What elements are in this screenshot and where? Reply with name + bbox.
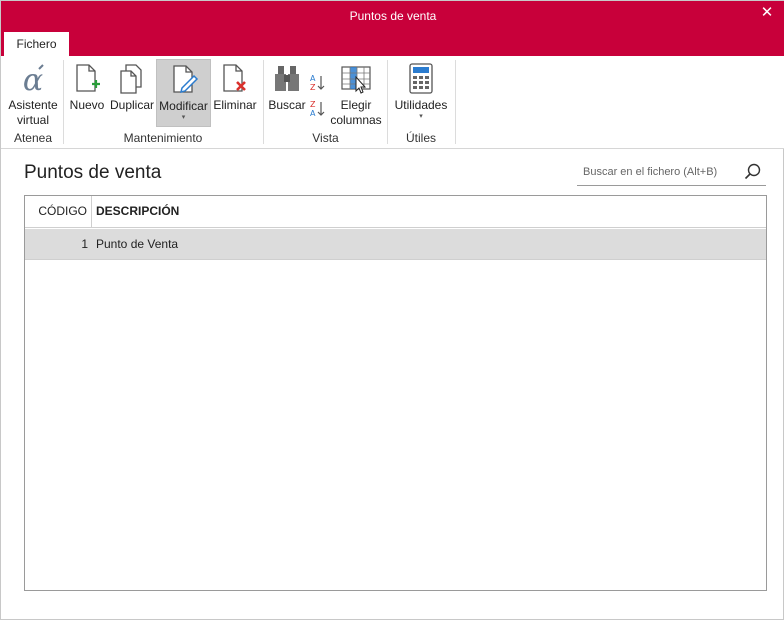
eliminar-label: Eliminar	[213, 98, 257, 112]
elegir-columnas-label: Elegir columnas	[330, 98, 382, 127]
sort-ascending-button[interactable]: A Z	[307, 73, 327, 95]
sort-za-icon: Z A	[310, 100, 325, 118]
binoculars-icon	[275, 66, 299, 91]
group-mantenimiento: Nuevo Duplicar Modificar ▾ Eliminar Mant…	[65, 59, 261, 147]
sort-az-icon: A Z	[310, 74, 325, 92]
nuevo-label: Nuevo	[69, 98, 105, 112]
group-label-atenea: Atenea	[13, 131, 53, 145]
modificar-button[interactable]: Modificar ▾	[156, 59, 211, 127]
group-divider	[455, 60, 456, 144]
svg-text:A: A	[310, 74, 316, 83]
data-table: CÓDIGO DESCRIPCIÓN 1 Punto de Venta	[24, 195, 767, 591]
buscar-label: Buscar	[268, 98, 306, 112]
group-label-mantenimiento: Mantenimiento	[123, 131, 203, 145]
title-bar: Puntos de venta ✕ Fichero	[1, 1, 784, 56]
elegir-columnas-button[interactable]: Elegir columnas	[329, 59, 383, 127]
table-row[interactable]: 1 Punto de Venta	[25, 229, 766, 260]
search-box[interactable]: Buscar en el fichero (Alt+B)	[577, 160, 766, 186]
cell-descripcion: Punto de Venta	[96, 237, 179, 251]
calculator-icon	[409, 63, 433, 94]
asistente-virtual-button[interactable]: α Asistente virtual	[5, 59, 61, 127]
delete-document-icon	[223, 64, 246, 92]
svg-text:Z: Z	[310, 100, 316, 109]
modificar-caret-icon: ▾	[181, 114, 186, 121]
group-divider	[387, 60, 388, 144]
sort-descending-button[interactable]: Z A	[307, 99, 327, 121]
app-window: Puntos de venta ✕ Fichero α Asistente vi…	[0, 0, 784, 620]
svg-text:Z: Z	[310, 83, 316, 92]
modificar-label: Modificar	[159, 99, 208, 113]
duplicar-button[interactable]: Duplicar	[109, 59, 155, 127]
edit-document-icon	[172, 65, 198, 94]
duplicate-icon	[120, 64, 142, 94]
group-vista: Buscar A Z Z A Elegir columnas Vista	[265, 59, 386, 147]
utilidades-caret-icon: ▾	[419, 113, 423, 120]
tab-fichero[interactable]: Fichero	[4, 32, 69, 56]
group-divider	[263, 60, 264, 144]
utilidades-button[interactable]: Utilidades ▾	[391, 59, 451, 127]
svg-text:A: A	[310, 109, 316, 118]
utilidades-label: Utilidades	[394, 98, 448, 112]
group-label-utiles: Útiles	[405, 131, 436, 145]
group-atenea: α Asistente virtual Atenea	[5, 59, 61, 147]
asistente-virtual-label: Asistente virtual	[8, 98, 58, 127]
ribbon: α Asistente virtual Atenea Nuevo Duplica…	[1, 56, 784, 149]
page-title: Puntos de venta	[24, 162, 162, 183]
column-header-descripcion[interactable]: DESCRIPCIÓN	[96, 196, 179, 227]
buscar-button[interactable]: Buscar	[267, 59, 307, 127]
column-header-codigo[interactable]: CÓDIGO	[25, 196, 92, 227]
alpha-icon: α	[23, 63, 44, 95]
new-document-icon	[76, 64, 100, 92]
nuevo-button[interactable]: Nuevo	[67, 59, 107, 127]
group-divider	[63, 60, 64, 144]
eliminar-button[interactable]: Eliminar	[213, 59, 257, 127]
group-utiles: Utilidades ▾ Útiles	[389, 59, 453, 147]
cell-codigo: 1	[81, 237, 88, 251]
window-title: Puntos de venta	[349, 9, 437, 23]
search-input[interactable]: Buscar en el fichero (Alt+B)	[583, 166, 717, 178]
table-header: CÓDIGO DESCRIPCIÓN	[25, 196, 766, 228]
search-icon[interactable]	[744, 163, 762, 181]
group-label-vista: Vista	[312, 131, 339, 145]
close-button[interactable]: ✕	[755, 3, 779, 23]
columns-icon	[341, 66, 371, 94]
duplicar-label: Duplicar	[109, 98, 154, 112]
